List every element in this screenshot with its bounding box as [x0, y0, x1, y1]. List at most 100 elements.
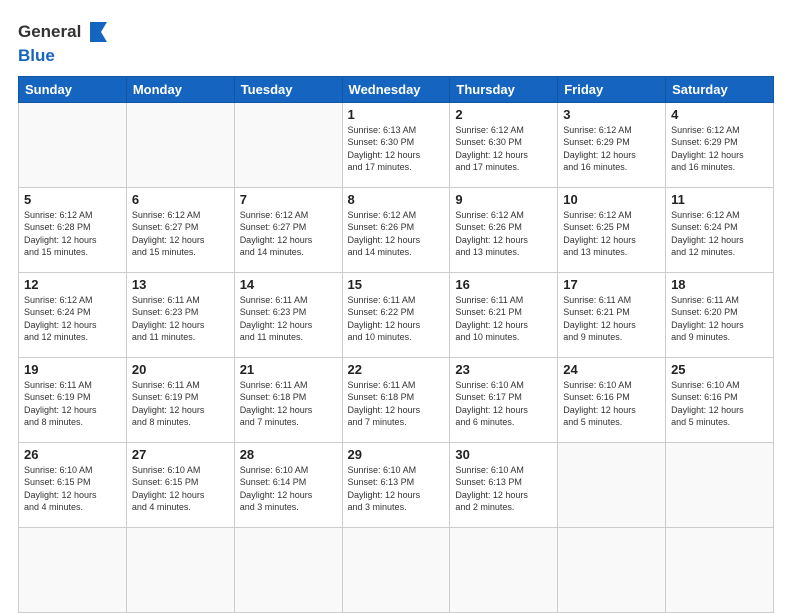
- header: General Blue: [18, 18, 774, 66]
- calendar-cell-26: 26Sunrise: 6:10 AM Sunset: 6:15 PM Dayli…: [19, 442, 127, 527]
- day-number: 10: [563, 192, 660, 207]
- calendar-cell-13: 13 Sunrise: 6:11 AM Sunset: 6:23 PM Dayli…: [126, 272, 234, 357]
- calendar-row-4: 19 Sunrise: 6:11 AM Sunset: 6:19 PM Dayli…: [19, 357, 774, 442]
- day-info: Sunrise: 6:12 AM Sunset: 6:28 PM Dayligh…: [24, 209, 121, 259]
- day-number: 14: [240, 277, 337, 292]
- calendar-cell-empty: [666, 442, 774, 527]
- day-info: Sunrise: 6:11 AM Sunset: 6:23 PM Dayligh…: [132, 294, 229, 344]
- day-number: 27: [132, 447, 229, 462]
- calendar-cell-10: 10 Sunrise: 6:12 AM Sunset: 6:25 PM Dayli…: [558, 187, 666, 272]
- day-info: Sunrise: 6:10 AM Sunset: 6:16 PM Dayligh…: [563, 379, 660, 429]
- day-info: Sunrise: 6:12 AM Sunset: 6:26 PM Dayligh…: [348, 209, 445, 259]
- calendar-cell-17: 17Sunrise: 6:11 AM Sunset: 6:21 PM Dayli…: [558, 272, 666, 357]
- day-info: Sunrise: 6:12 AM Sunset: 6:26 PM Dayligh…: [455, 209, 552, 259]
- day-number: 9: [455, 192, 552, 207]
- day-info: Sunrise: 6:11 AM Sunset: 6:21 PM Dayligh…: [455, 294, 552, 344]
- calendar-table: SundayMondayTuesdayWednesdayThursdayFrid…: [18, 76, 774, 613]
- calendar-cell-empty: [19, 527, 127, 612]
- weekday-header-thursday: Thursday: [450, 76, 558, 102]
- calendar-row-6: [19, 527, 774, 612]
- day-info: Sunrise: 6:10 AM Sunset: 6:13 PM Dayligh…: [455, 464, 552, 514]
- day-number: 5: [24, 192, 121, 207]
- calendar-cell-empty: [558, 442, 666, 527]
- calendar-cell-21: 21 Sunrise: 6:11 AM Sunset: 6:18 PM Dayli…: [234, 357, 342, 442]
- day-info: Sunrise: 6:12 AM Sunset: 6:24 PM Dayligh…: [24, 294, 121, 344]
- weekday-header-wednesday: Wednesday: [342, 76, 450, 102]
- calendar-cell-24: 24Sunrise: 6:10 AM Sunset: 6:16 PM Dayli…: [558, 357, 666, 442]
- calendar-row-2: 5 Sunrise: 6:12 AM Sunset: 6:28 PM Daylig…: [19, 187, 774, 272]
- calendar-cell-16: 16 Sunrise: 6:11 AM Sunset: 6:21 PM Dayli…: [450, 272, 558, 357]
- day-info: Sunrise: 6:11 AM Sunset: 6:18 PM Dayligh…: [348, 379, 445, 429]
- logo: General Blue: [18, 18, 111, 66]
- day-info: Sunrise: 6:10 AM Sunset: 6:14 PM Dayligh…: [240, 464, 337, 514]
- calendar-cell-2: 2 Sunrise: 6:12 AM Sunset: 6:30 PM Daylig…: [450, 102, 558, 187]
- calendar-cell-23: 23Sunrise: 6:10 AM Sunset: 6:17 PM Dayli…: [450, 357, 558, 442]
- day-info: Sunrise: 6:12 AM Sunset: 6:29 PM Dayligh…: [563, 124, 660, 174]
- day-number: 6: [132, 192, 229, 207]
- day-number: 17: [563, 277, 660, 292]
- calendar-cell-empty: [19, 102, 127, 187]
- day-info: Sunrise: 6:10 AM Sunset: 6:16 PM Dayligh…: [671, 379, 768, 429]
- day-number: 18: [671, 277, 768, 292]
- calendar-row-1: 1Sunrise: 6:13 AM Sunset: 6:30 PM Daylig…: [19, 102, 774, 187]
- calendar-cell-empty: [666, 527, 774, 612]
- day-number: 26: [24, 447, 121, 462]
- day-number: 1: [348, 107, 445, 122]
- day-number: 11: [671, 192, 768, 207]
- day-number: 16: [455, 277, 552, 292]
- day-info: Sunrise: 6:12 AM Sunset: 6:25 PM Dayligh…: [563, 209, 660, 259]
- day-number: 28: [240, 447, 337, 462]
- day-number: 3: [563, 107, 660, 122]
- day-number: 2: [455, 107, 552, 122]
- calendar-cell-20: 20Sunrise: 6:11 AM Sunset: 6:19 PM Dayli…: [126, 357, 234, 442]
- calendar-cell-empty: [126, 527, 234, 612]
- calendar-cell-5: 5 Sunrise: 6:12 AM Sunset: 6:28 PM Daylig…: [19, 187, 127, 272]
- weekday-header-saturday: Saturday: [666, 76, 774, 102]
- day-number: 8: [348, 192, 445, 207]
- day-number: 29: [348, 447, 445, 462]
- day-info: Sunrise: 6:11 AM Sunset: 6:18 PM Dayligh…: [240, 379, 337, 429]
- calendar-cell-empty: [558, 527, 666, 612]
- day-number: 4: [671, 107, 768, 122]
- day-number: 22: [348, 362, 445, 377]
- calendar-cell-28: 28 Sunrise: 6:10 AM Sunset: 6:14 PM Dayli…: [234, 442, 342, 527]
- day-number: 30: [455, 447, 552, 462]
- day-info: Sunrise: 6:11 AM Sunset: 6:20 PM Dayligh…: [671, 294, 768, 344]
- day-number: 15: [348, 277, 445, 292]
- calendar-cell-15: 15 Sunrise: 6:11 AM Sunset: 6:22 PM Dayli…: [342, 272, 450, 357]
- day-number: 19: [24, 362, 121, 377]
- calendar-cell-4: 4Sunrise: 6:12 AM Sunset: 6:29 PM Daylig…: [666, 102, 774, 187]
- calendar-cell-9: 9 Sunrise: 6:12 AM Sunset: 6:26 PM Daylig…: [450, 187, 558, 272]
- calendar-cell-14: 14 Sunrise: 6:11 AM Sunset: 6:23 PM Dayli…: [234, 272, 342, 357]
- day-info: Sunrise: 6:10 AM Sunset: 6:15 PM Dayligh…: [132, 464, 229, 514]
- calendar-cell-29: 29 Sunrise: 6:10 AM Sunset: 6:13 PM Dayli…: [342, 442, 450, 527]
- weekday-header-monday: Monday: [126, 76, 234, 102]
- calendar-cell-7: 7Sunrise: 6:12 AM Sunset: 6:27 PM Daylig…: [234, 187, 342, 272]
- weekday-header-tuesday: Tuesday: [234, 76, 342, 102]
- logo-blue: Blue: [18, 46, 111, 66]
- calendar-cell-1: 1Sunrise: 6:13 AM Sunset: 6:30 PM Daylig…: [342, 102, 450, 187]
- calendar-cell-27: 27 Sunrise: 6:10 AM Sunset: 6:15 PM Dayli…: [126, 442, 234, 527]
- day-info: Sunrise: 6:10 AM Sunset: 6:13 PM Dayligh…: [348, 464, 445, 514]
- calendar-cell-8: 8 Sunrise: 6:12 AM Sunset: 6:26 PM Daylig…: [342, 187, 450, 272]
- logo-flag-icon: [83, 18, 111, 46]
- weekday-header-friday: Friday: [558, 76, 666, 102]
- calendar-cell-empty: [126, 102, 234, 187]
- calendar-row-3: 12Sunrise: 6:12 AM Sunset: 6:24 PM Dayli…: [19, 272, 774, 357]
- day-number: 7: [240, 192, 337, 207]
- calendar-cell-19: 19 Sunrise: 6:11 AM Sunset: 6:19 PM Dayli…: [19, 357, 127, 442]
- calendar-header-row: SundayMondayTuesdayWednesdayThursdayFrid…: [19, 76, 774, 102]
- day-info: Sunrise: 6:11 AM Sunset: 6:23 PM Dayligh…: [240, 294, 337, 344]
- calendar-cell-empty: [342, 527, 450, 612]
- day-number: 13: [132, 277, 229, 292]
- day-info: Sunrise: 6:12 AM Sunset: 6:30 PM Dayligh…: [455, 124, 552, 174]
- day-info: Sunrise: 6:11 AM Sunset: 6:22 PM Dayligh…: [348, 294, 445, 344]
- day-info: Sunrise: 6:10 AM Sunset: 6:17 PM Dayligh…: [455, 379, 552, 429]
- day-number: 21: [240, 362, 337, 377]
- day-info: Sunrise: 6:12 AM Sunset: 6:24 PM Dayligh…: [671, 209, 768, 259]
- calendar-cell-6: 6Sunrise: 6:12 AM Sunset: 6:27 PM Daylig…: [126, 187, 234, 272]
- calendar-cell-empty: [450, 527, 558, 612]
- calendar-cell-30: 30 Sunrise: 6:10 AM Sunset: 6:13 PM Dayli…: [450, 442, 558, 527]
- calendar-cell-empty: [234, 527, 342, 612]
- day-info: Sunrise: 6:11 AM Sunset: 6:19 PM Dayligh…: [24, 379, 121, 429]
